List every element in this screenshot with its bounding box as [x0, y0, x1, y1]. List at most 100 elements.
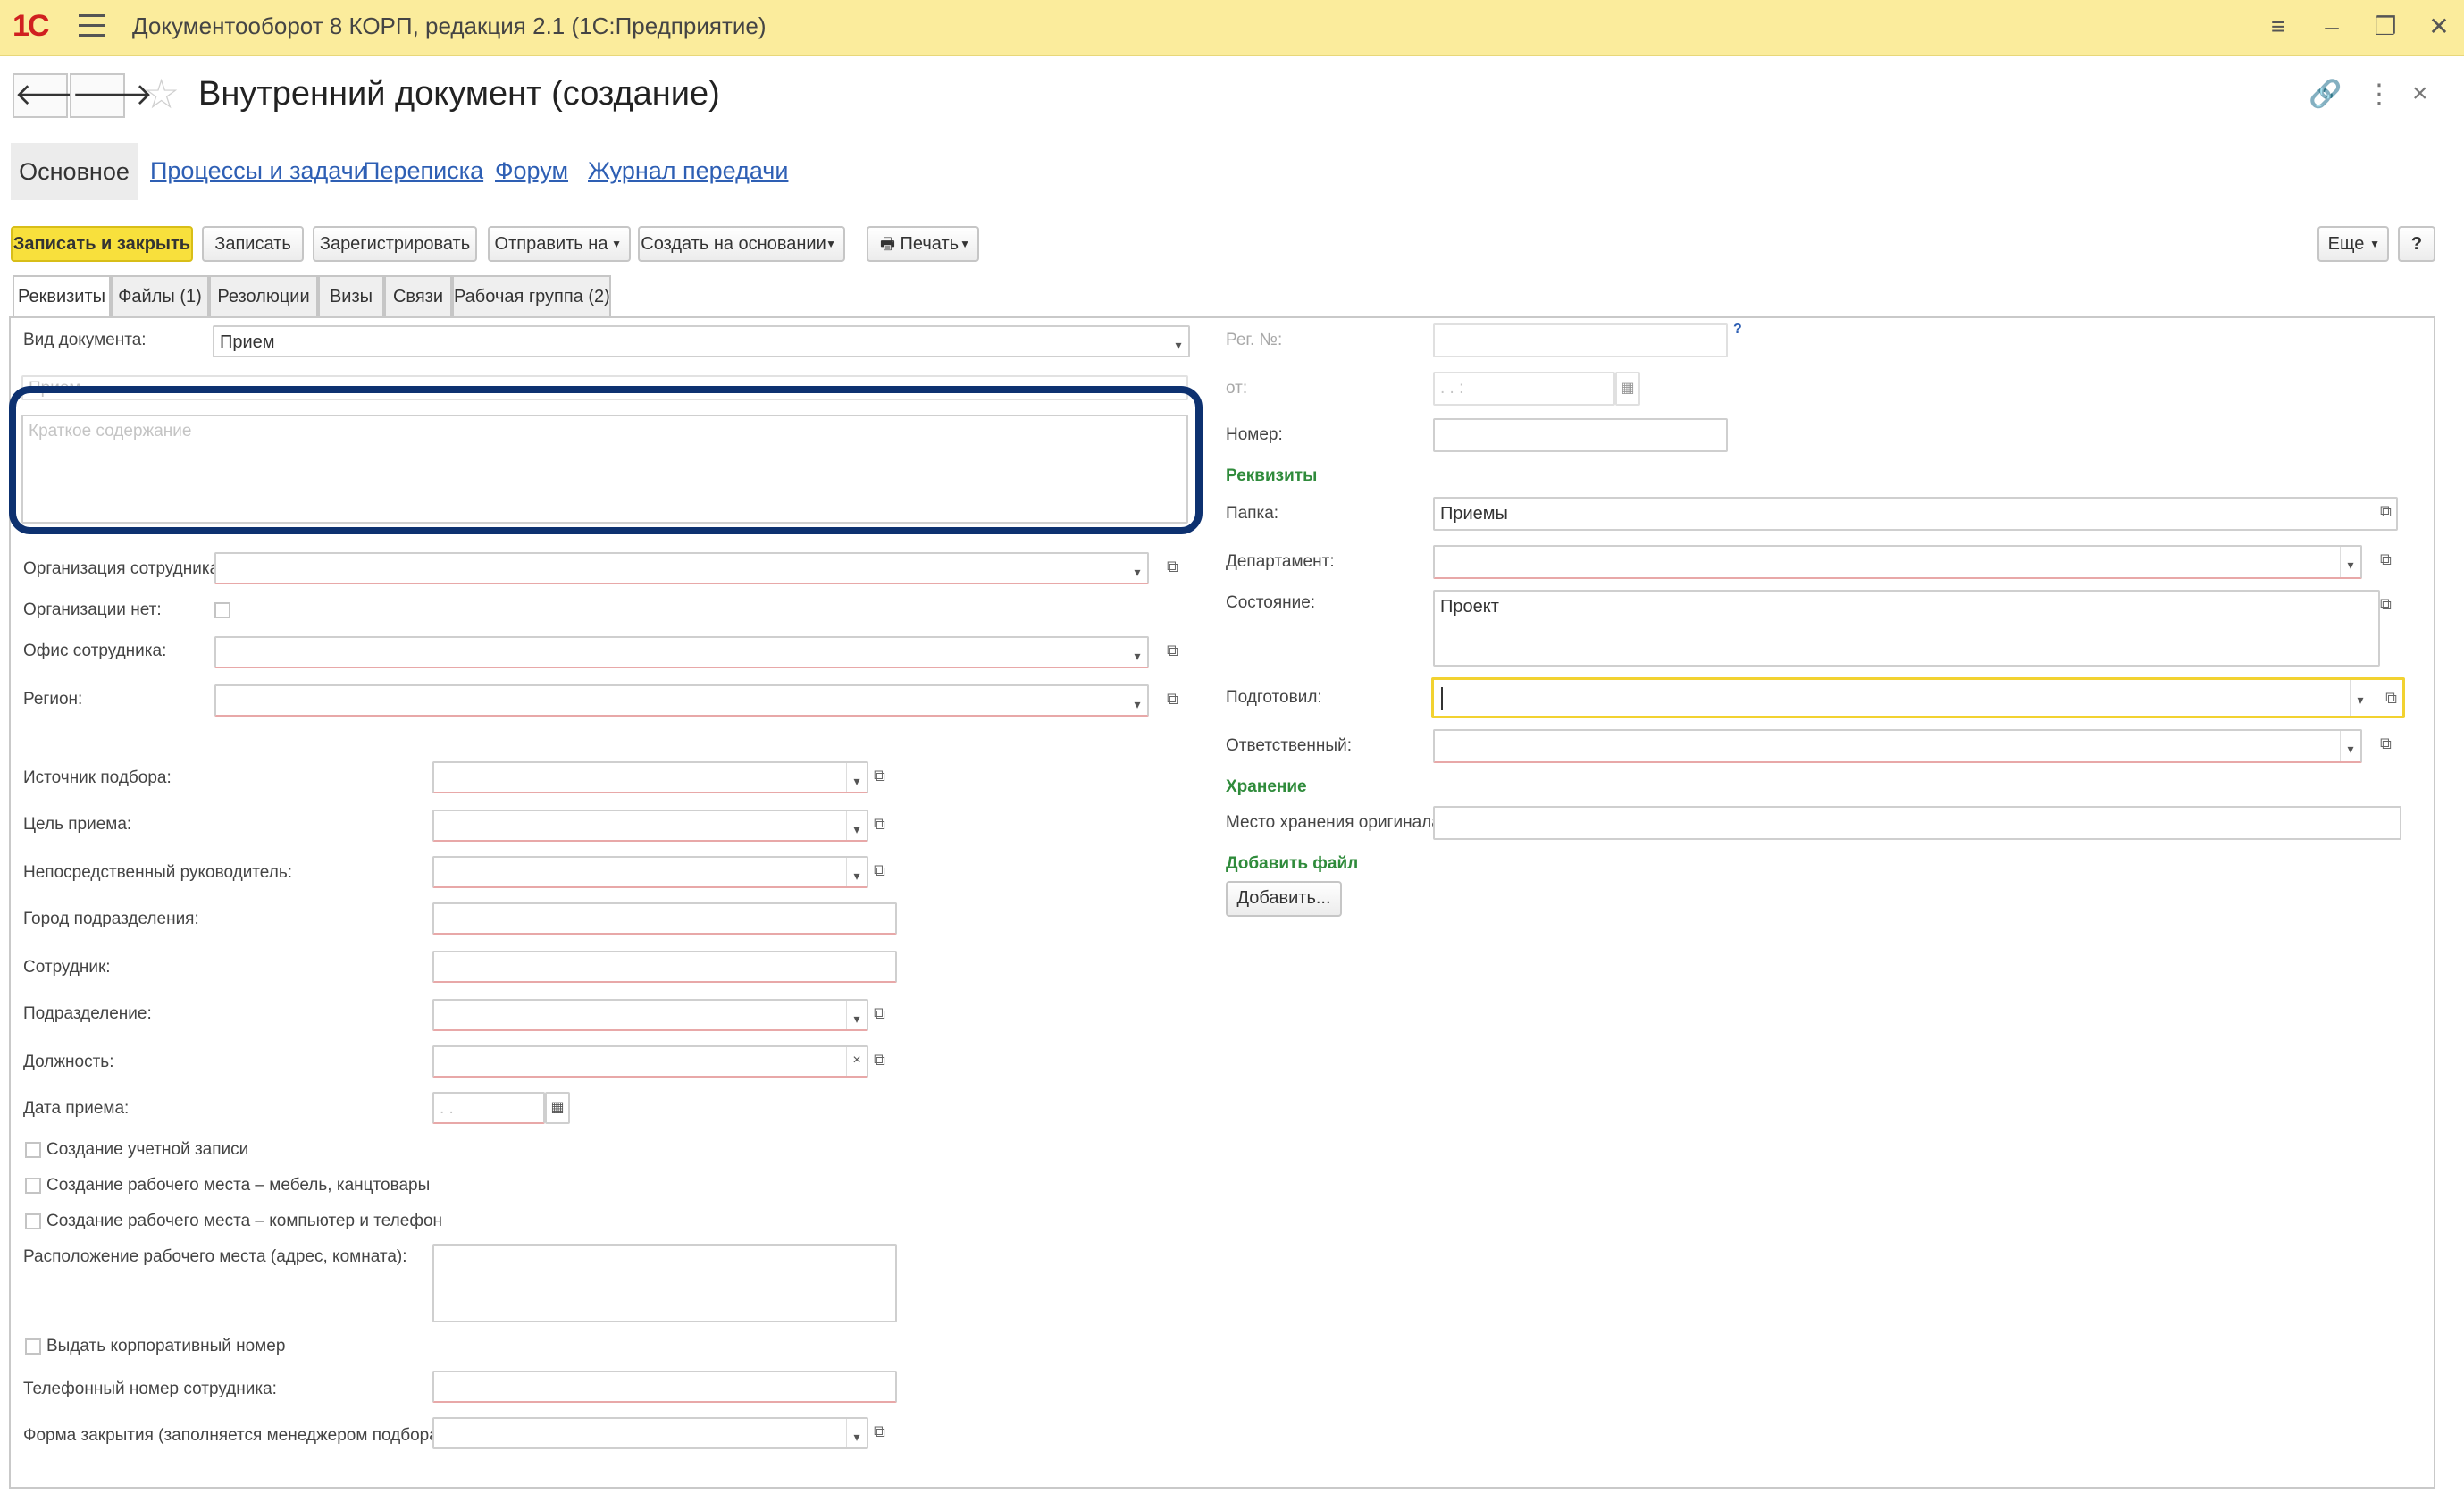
- open-icon[interactable]: ⧉: [2380, 595, 2392, 614]
- office-field[interactable]: ▾: [214, 636, 1149, 668]
- phone-field[interactable]: [432, 1371, 897, 1403]
- chevron-down-icon[interactable]: ▾: [1127, 554, 1147, 583]
- open-icon[interactable]: ⧉: [874, 1051, 885, 1070]
- hire-date-field[interactable]: . .: [432, 1092, 545, 1124]
- folder-label: Папка:: [1226, 504, 1279, 523]
- tab-requisites[interactable]: Реквизиты: [13, 275, 111, 318]
- tab-links[interactable]: Связи: [384, 275, 452, 316]
- chevron-down-icon[interactable]: ▾: [846, 811, 867, 840]
- open-icon[interactable]: ⧉: [1167, 690, 1178, 709]
- create-account-checkbox[interactable]: [25, 1142, 41, 1158]
- open-icon[interactable]: ⧉: [1167, 642, 1178, 660]
- employee-field[interactable]: [432, 951, 897, 983]
- chevron-down-icon[interactable]: ▾: [846, 1419, 867, 1447]
- division-field[interactable]: ▾: [432, 999, 868, 1031]
- save-button[interactable]: Записать: [202, 226, 304, 262]
- chevron-down-icon[interactable]: ▾: [1127, 638, 1147, 667]
- calendar-icon[interactable]: ▦: [545, 1092, 570, 1124]
- chevron-down-icon[interactable]: ▾: [1127, 686, 1147, 715]
- open-icon[interactable]: ⧉: [1167, 558, 1178, 576]
- org-field[interactable]: ▾: [214, 552, 1149, 584]
- tab-visas[interactable]: Визы: [318, 275, 384, 316]
- manager-field[interactable]: ▾: [432, 856, 868, 888]
- source-field[interactable]: ▾: [432, 761, 868, 793]
- open-icon[interactable]: ⧉: [874, 767, 885, 785]
- favorite-star-icon[interactable]: ☆: [143, 70, 180, 118]
- location-field[interactable]: [432, 1244, 897, 1322]
- chevron-down-icon[interactable]: ▾: [846, 1001, 867, 1029]
- tab-files[interactable]: Файлы (1): [111, 275, 209, 316]
- more-menu-icon[interactable]: ⋮: [2366, 79, 2393, 110]
- create-based-on-label: Создать на основании: [641, 234, 826, 254]
- nav-main[interactable]: Основное: [11, 143, 138, 200]
- clear-icon[interactable]: ×: [846, 1047, 867, 1076]
- more-button[interactable]: Еще ▼: [2317, 226, 2389, 262]
- reg-help-link[interactable]: ?: [1733, 322, 1742, 338]
- nav-transfer-log[interactable]: Журнал передачи: [588, 157, 788, 185]
- workplace-furniture-checkbox[interactable]: [25, 1178, 41, 1194]
- close-form-field[interactable]: ▾: [432, 1417, 868, 1449]
- reg-no-label: Рег. №:: [1226, 331, 1283, 349]
- nav-correspondence[interactable]: Переписка: [363, 157, 483, 185]
- position-field[interactable]: ×: [432, 1045, 868, 1078]
- department-label: Департамент:: [1226, 552, 1335, 571]
- nav-processes[interactable]: Процессы и задачи: [150, 157, 367, 185]
- storage-field[interactable]: [1433, 806, 2401, 840]
- text-cursor: [1441, 687, 1443, 710]
- tab-resolutions[interactable]: Резолюции: [209, 275, 318, 316]
- send-to-button[interactable]: Отправить на ▼: [488, 226, 631, 262]
- open-icon[interactable]: ⧉: [874, 1422, 885, 1441]
- open-icon[interactable]: ⧉: [2380, 550, 2392, 569]
- chevron-down-icon[interactable]: ▾: [846, 858, 867, 886]
- create-based-on-button[interactable]: Создать на основании ▼: [638, 226, 845, 262]
- city-field[interactable]: [432, 902, 897, 935]
- doc-type-field[interactable]: Прием ▾: [213, 325, 1190, 357]
- restore-icon[interactable]: ❐: [2368, 9, 2403, 45]
- open-icon[interactable]: ⧉: [874, 815, 885, 834]
- forward-button[interactable]: 🡒: [70, 73, 153, 118]
- close-window-icon[interactable]: ✕: [2421, 9, 2457, 45]
- help-button[interactable]: ?: [2398, 226, 2435, 262]
- goal-field[interactable]: ▾: [432, 810, 868, 842]
- folder-field[interactable]: Приемы: [1433, 497, 2398, 531]
- minimize-icon[interactable]: –: [2314, 9, 2350, 45]
- number-label: Номер:: [1226, 425, 1283, 444]
- tab-work-group[interactable]: Рабочая группа (2): [452, 275, 611, 316]
- open-icon[interactable]: ⧉: [874, 1004, 885, 1023]
- chevron-down-icon: ▼: [2369, 238, 2380, 250]
- window-menu-icon[interactable]: ≡: [2260, 9, 2296, 45]
- no-org-checkbox[interactable]: [214, 602, 230, 618]
- open-icon[interactable]: ⧉: [2380, 734, 2392, 753]
- close-form-icon[interactable]: ×: [2412, 79, 2428, 109]
- chevron-down-icon[interactable]: ▾: [1169, 327, 1188, 356]
- main-menu-icon[interactable]: [79, 14, 105, 38]
- workplace-computer-checkbox[interactable]: [25, 1213, 41, 1229]
- open-icon[interactable]: ⧉: [2380, 502, 2392, 521]
- number-field[interactable]: [1433, 418, 1728, 452]
- corp-number-checkbox[interactable]: [25, 1338, 41, 1355]
- title-bar: 1С Документооборот 8 КОРП, редакция 2.1 …: [0, 0, 2464, 56]
- chevron-down-icon: ▼: [960, 238, 970, 250]
- position-label: Должность:: [23, 1053, 114, 1071]
- chevron-down-icon[interactable]: ▾: [846, 763, 867, 792]
- chevron-down-icon[interactable]: ▾: [2350, 680, 2370, 716]
- print-button[interactable]: 🖶 Печать ▼: [867, 226, 979, 262]
- region-field[interactable]: ▾: [214, 684, 1149, 717]
- link-icon[interactable]: 🔗: [2309, 79, 2342, 110]
- open-icon[interactable]: ⧉: [874, 861, 885, 880]
- state-field[interactable]: Проект: [1433, 590, 2380, 667]
- back-button[interactable]: 🡐: [13, 73, 96, 118]
- department-field[interactable]: ▾: [1433, 545, 2362, 579]
- highlight-box: [9, 386, 1203, 534]
- chevron-down-icon[interactable]: ▾: [2340, 731, 2360, 761]
- nav-forum[interactable]: Форум: [495, 157, 568, 185]
- city-label: Город подразделения:: [23, 910, 199, 928]
- chevron-down-icon[interactable]: ▾: [2340, 547, 2360, 577]
- open-icon[interactable]: ⧉: [2385, 689, 2397, 708]
- register-button[interactable]: Зарегистрировать: [313, 226, 477, 262]
- add-file-button[interactable]: Добавить...: [1226, 881, 1342, 917]
- from-date-field: . . :: [1433, 372, 1615, 406]
- responsible-field[interactable]: ▾: [1433, 729, 2362, 763]
- save-and-close-button[interactable]: Записать и закрыть: [11, 226, 193, 262]
- prepared-field[interactable]: ▾ ⧉: [1431, 677, 2405, 718]
